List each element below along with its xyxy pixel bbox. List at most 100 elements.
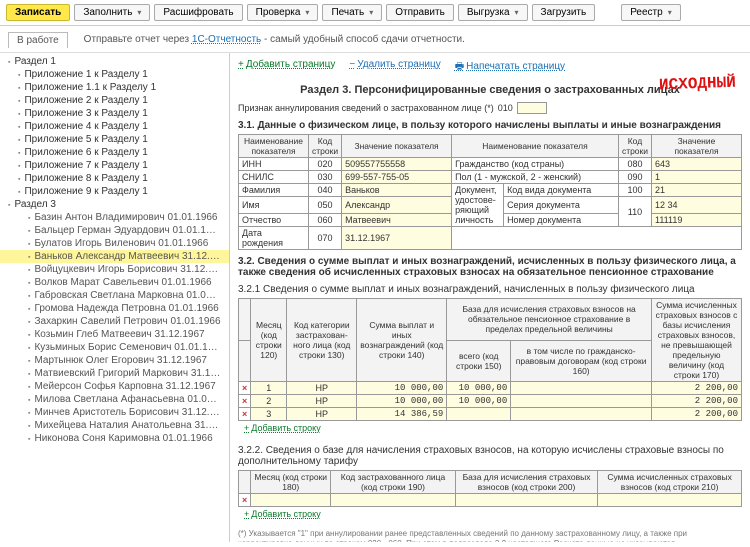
table-row: ×1НР10 000,0010 000,002 200,00 (239, 382, 742, 395)
sidebar-item[interactable]: Приложение 3 к Разделу 1 (0, 107, 229, 120)
inn-field[interactable]: 509557755558 (342, 158, 452, 171)
sidebar-item[interactable]: Приложение 2 к Разделу 1 (0, 94, 229, 107)
delete-row-icon[interactable]: × (239, 395, 251, 408)
res-cell[interactable]: 2 200,00 (652, 382, 742, 395)
print-button[interactable]: Печать (322, 4, 382, 21)
sum-cell[interactable]: 10 000,00 (357, 395, 447, 408)
cat-cell[interactable]: НР (287, 382, 357, 395)
patronymic-field[interactable]: Матвеевич (342, 214, 452, 227)
month-cell[interactable]: 2 (251, 395, 287, 408)
sub-toolbar: В работе Отправьте отчет через 1С-Отчетн… (0, 26, 750, 53)
sec-3-2-2-head: 3.2.2. Сведения о базе для начисления ст… (238, 445, 742, 467)
sum-cell[interactable]: 10 000,00 (357, 382, 447, 395)
write-button[interactable]: Записать (6, 4, 70, 21)
cat-cell[interactable]: НР (287, 395, 357, 408)
table-3-2-1: Месяц (код строки 120) Код категории зас… (238, 298, 742, 421)
add-row-321-link[interactable]: + Добавить строку (244, 423, 321, 433)
sidebar-item[interactable]: Приложение 1 к Разделу 1 (0, 68, 229, 81)
sidebar-item[interactable]: Мартынюк Олег Егорович 31.12.1967 (0, 354, 229, 367)
sidebar-item[interactable]: Волков Марат Савельевич 01.01.1966 (0, 276, 229, 289)
annul-row: Признак аннулирования сведений о застрах… (238, 102, 742, 114)
sidebar-item[interactable]: Раздел 1 (0, 55, 229, 68)
export-button[interactable]: Выгрузка (458, 4, 528, 21)
sidebar-item[interactable]: Приложение 7 к Разделу 1 (0, 159, 229, 172)
main-toolbar: Записать Заполнить Расшифровать Проверка… (0, 0, 750, 26)
month-cell[interactable]: 1 (251, 382, 287, 395)
firstname-field[interactable]: Александр (342, 197, 452, 214)
footnote: (*) Указывается "1" при аннулировании ра… (238, 529, 742, 542)
sidebar-item[interactable]: Приложение 6 к Разделу 1 (0, 146, 229, 159)
res-cell[interactable]: 2 200,00 (652, 408, 742, 421)
delete-row-icon[interactable]: × (239, 382, 251, 395)
sidebar-item[interactable]: Ваньков Александр Матвеевич 31.12.1967 (0, 250, 229, 263)
sidebar-item[interactable]: Раздел 3 (0, 198, 229, 211)
dob-field[interactable]: 31.12.1967 (342, 227, 452, 250)
delete-row-icon[interactable]: × (239, 494, 251, 507)
sidebar-item[interactable]: Приложение 1.1 к Разделу 1 (0, 81, 229, 94)
annul-input[interactable] (517, 102, 547, 114)
fill-button[interactable]: Заполнить (74, 4, 150, 21)
sum-field[interactable] (598, 494, 742, 507)
doc-series-field[interactable]: 12 34 (652, 197, 742, 214)
tab-in-work[interactable]: В работе (8, 32, 68, 48)
snils-field[interactable]: 699-557-755-05 (342, 171, 452, 184)
send-button[interactable]: Отправить (386, 4, 454, 21)
sidebar-item[interactable]: Мейерсон Софья Карповна 31.12.1967 (0, 380, 229, 393)
delete-row-icon[interactable]: × (239, 408, 251, 421)
sidebar-item[interactable]: Громова Надежда Петровна 01.01.1966 (0, 302, 229, 315)
all-cell[interactable]: 10 000,00 (447, 382, 511, 395)
sidebar-item[interactable]: Захаркин Савелий Петрович 01.01.1966 (0, 315, 229, 328)
code-field[interactable] (331, 494, 456, 507)
sidebar-item[interactable]: Габровская Светлана Марковна 01.01.1966 (0, 289, 229, 302)
content-pane: +Добавить страницу −Удалить страницу 🖶На… (230, 53, 750, 542)
sidebar-item[interactable]: Приложение 4 к Разделу 1 (0, 120, 229, 133)
doc-number-field[interactable]: 111119 (652, 214, 742, 227)
sec-3-2-1-head: 3.2.1 Сведения о сумме выплат и иных воз… (238, 284, 742, 295)
sidebar-item[interactable]: Приложение 5 к Разделу 1 (0, 133, 229, 146)
sidebar-item[interactable]: Бальцер Герман Эдуардович 01.01.1966 (0, 224, 229, 237)
sidebar-tree[interactable]: Раздел 1Приложение 1 к Разделу 1Приложен… (0, 53, 230, 542)
sidebar-item[interactable]: Войцуцкевич Игорь Борисович 31.12.1967 (0, 263, 229, 276)
print-page-link[interactable]: 🖶Напечатать страницу (455, 59, 565, 76)
stamp-original: ИСХОДНЫЙ (659, 74, 736, 95)
table-row: ×2НР10 000,0010 000,002 200,00 (239, 395, 742, 408)
all-cell[interactable]: 10 000,00 (447, 395, 511, 408)
gpd-cell[interactable] (511, 395, 652, 408)
lastname-field[interactable]: Ваньков (342, 184, 452, 197)
sidebar-item[interactable]: Приложение 8 к Разделу 1 (0, 172, 229, 185)
gpd-cell[interactable] (511, 408, 652, 421)
sidebar-item[interactable]: Приложение 9 к Разделу 1 (0, 185, 229, 198)
base-field[interactable] (455, 494, 597, 507)
month-field[interactable] (251, 494, 331, 507)
delete-page-link[interactable]: −Удалить страницу (349, 59, 440, 76)
sidebar-item[interactable]: Никонова Соня Каримовна 01.01.1966 (0, 432, 229, 445)
gpd-cell[interactable] (511, 382, 652, 395)
table-3-1: Наименование показателя Код строки Значе… (238, 134, 742, 250)
decrypt-button[interactable]: Расшифровать (154, 4, 242, 21)
sidebar-item[interactable]: Кузьминых Борис Семенович 01.01.1966 (0, 341, 229, 354)
check-button[interactable]: Проверка (247, 4, 319, 21)
sidebar-item[interactable]: Булатов Игорь Виленович 01.01.1966 (0, 237, 229, 250)
doc-kind-field[interactable]: 21 (652, 184, 742, 197)
sidebar-item[interactable]: Милова Светлана Афанасьевна 01.01.1966 (0, 393, 229, 406)
sidebar-item[interactable]: Козьмин Глеб Матвеевич 31.12.1967 (0, 328, 229, 341)
sum-cell[interactable]: 14 386,59 (357, 408, 447, 421)
all-cell[interactable] (447, 408, 511, 421)
month-cell[interactable]: 3 (251, 408, 287, 421)
cat-cell[interactable]: НР (287, 408, 357, 421)
sec-3-2-head: 3.2. Сведения о сумме выплат и иных возн… (238, 256, 742, 278)
sidebar-item[interactable]: Михейцева Наталия Анатольевна 31.12.1967 (0, 419, 229, 432)
res-cell[interactable]: 2 200,00 (652, 395, 742, 408)
table-row: ×3НР14 386,59 2 200,00 (239, 408, 742, 421)
sidebar-item[interactable]: Матвиевский Григорий Маркович 31.12.1967 (0, 367, 229, 380)
registry-button[interactable]: Реестр (621, 4, 681, 21)
citizenship-field[interactable]: 643 (652, 158, 742, 171)
sidebar-item[interactable]: Базин Антон Владимирович 01.01.1966 (0, 211, 229, 224)
add-page-link[interactable]: +Добавить страницу (238, 59, 335, 76)
link-1c-report[interactable]: 1С-Отчетность (192, 34, 261, 45)
load-button[interactable]: Загрузить (532, 4, 596, 21)
sex-field[interactable]: 1 (652, 171, 742, 184)
table-3-2-2: Месяц (код строки 180) Код застрахованно… (238, 470, 742, 507)
add-row-322-link[interactable]: + Добавить строку (244, 509, 321, 519)
sidebar-item[interactable]: Минчев Аристотель Борисович 31.12.1967 (0, 406, 229, 419)
